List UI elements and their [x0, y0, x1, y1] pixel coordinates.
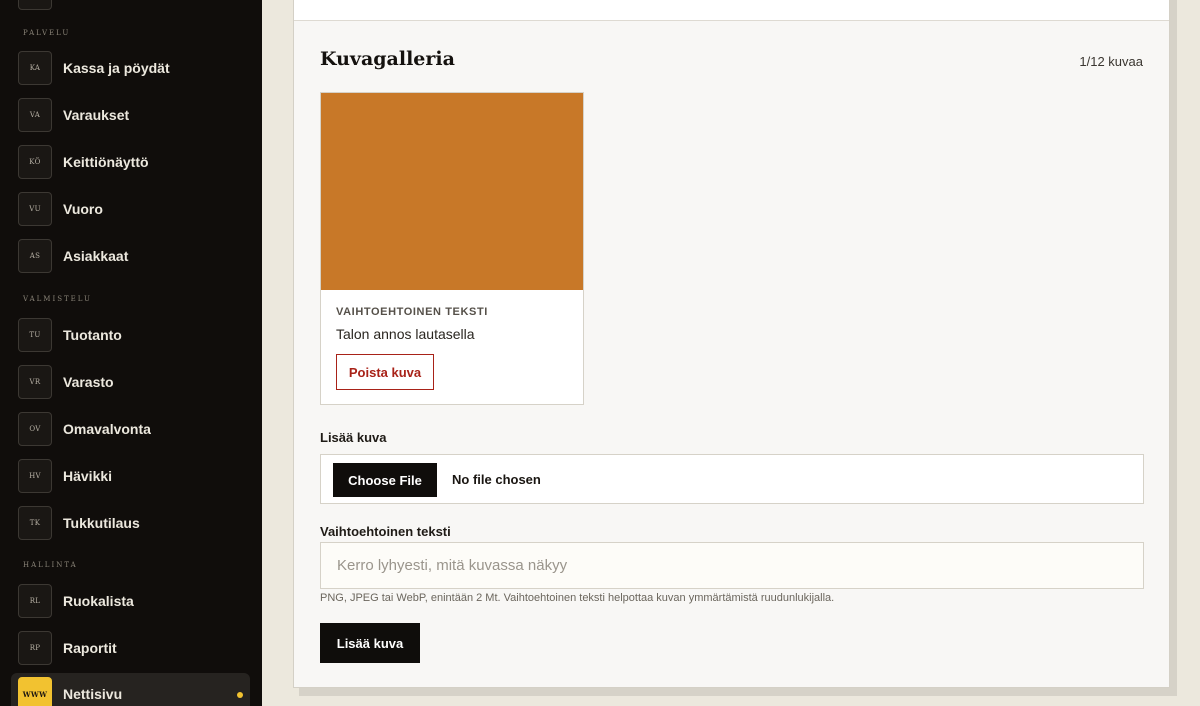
- varasto-icon: VR: [18, 365, 52, 399]
- alt-text-label: Vaihtoehtoinen teksti: [320, 524, 451, 539]
- section-label-palvelu: PALVELU: [23, 29, 71, 37]
- card-top-section: [294, 0, 1169, 21]
- gallery-title: Kuvagalleria: [320, 48, 455, 70]
- sidebar-item-label: Asiakkaat: [63, 248, 129, 264]
- file-input[interactable]: Choose File No file chosen: [320, 454, 1144, 504]
- sidebar-item-label: Tukkutilaus: [63, 515, 140, 531]
- file-status-text: No file chosen: [452, 472, 541, 487]
- sidebar-item-label: Varaukset: [63, 107, 130, 123]
- add-image-label: Lisää kuva: [320, 430, 387, 445]
- sidebar-item-tukkutilaus[interactable]: TK Tukkutilaus: [11, 502, 250, 544]
- raportit-icon: RP: [18, 631, 52, 665]
- image-count: 1/12 kuvaa: [1079, 54, 1143, 69]
- kassa-icon: KA: [18, 51, 52, 85]
- add-image-button[interactable]: Lisää kuva: [320, 623, 420, 663]
- alt-text-caption: Vaihtoehtoinen teksti: [336, 306, 488, 318]
- sidebar-item-label: Keittiönäyttö: [63, 154, 149, 170]
- sidebar-item-label: Raportit: [63, 640, 117, 656]
- sidebar-item-label: Varasto: [63, 374, 114, 390]
- sidebar-item-tuotanto[interactable]: TU Tuotanto: [11, 314, 250, 356]
- section-label-hallinta: HALLINTA: [23, 561, 78, 569]
- sidebar-item-label: Nettisivu: [63, 686, 123, 702]
- varaukset-icon: VA: [18, 98, 52, 132]
- help-text: PNG, JPEG tai WebP, enintään 2 Mt. Vaiht…: [320, 592, 835, 604]
- sidebar-item-keittionaytto[interactable]: KÖ Keittiönäyttö: [11, 141, 250, 183]
- gallery-image: [321, 93, 583, 290]
- sidebar-item-label: Tuotanto: [63, 327, 122, 343]
- sidebar-item-asiakkaat[interactable]: AS Asiakkaat: [11, 235, 250, 277]
- tuotanto-icon: TU: [18, 318, 52, 352]
- sidebar-item-varasto[interactable]: VR Varasto: [11, 361, 250, 403]
- sidebar-item-nettisivu[interactable]: WWW Nettisivu: [11, 673, 250, 706]
- sidebar-item-ruokalista[interactable]: RL Ruokalista: [11, 580, 250, 622]
- keittionaytto-icon: KÖ: [18, 145, 52, 179]
- sidebar-item-havikki[interactable]: HV Hävikki: [11, 455, 250, 497]
- sidebar-nav: PALVELU KA Kassa ja pöydät VA Varaukset …: [0, 0, 262, 706]
- web-icon: WWW: [18, 677, 52, 706]
- sidebar-item-label: Omavalvonta: [63, 421, 151, 437]
- gallery-image-tile: Vaihtoehtoinen teksti Talon annos lautas…: [320, 92, 584, 405]
- sidebar-item-raportit[interactable]: RP Raportit: [11, 627, 250, 669]
- sidebar-item-varaukset[interactable]: VA Varaukset: [11, 94, 250, 136]
- sidebar-item-label: Vuoro: [63, 201, 103, 217]
- choose-file-button[interactable]: Choose File: [333, 463, 437, 497]
- omavalvonta-icon: OV: [18, 412, 52, 446]
- sidebar-item-label: Ruokalista: [63, 593, 134, 609]
- sidebar-item-kassa[interactable]: KA Kassa ja pöydät: [11, 47, 250, 89]
- sidebar-item-partial[interactable]: [18, 0, 52, 10]
- ruokalista-icon: RL: [18, 584, 52, 618]
- sidebar-item-label: Kassa ja pöydät: [63, 60, 170, 76]
- sidebar-item-vuoro[interactable]: VU Vuoro: [11, 188, 250, 230]
- asiakkaat-icon: AS: [18, 239, 52, 273]
- active-indicator-dot: [237, 692, 243, 698]
- alt-text-value: Talon annos lautasella: [336, 326, 475, 342]
- alt-text-input[interactable]: [320, 542, 1144, 589]
- sidebar-item-omavalvonta[interactable]: OV Omavalvonta: [11, 408, 250, 450]
- tukkutilaus-icon: TK: [18, 506, 52, 540]
- section-label-valmistelu: VALMISTELU: [23, 295, 92, 303]
- vuoro-icon: VU: [18, 192, 52, 226]
- gallery-card: Kuvagalleria 1/12 kuvaa Vaihtoehtoinen t…: [293, 0, 1170, 688]
- sidebar-item-label: Hävikki: [63, 468, 113, 484]
- havikki-icon: HV: [18, 459, 52, 493]
- delete-image-button[interactable]: Poista kuva: [336, 354, 434, 390]
